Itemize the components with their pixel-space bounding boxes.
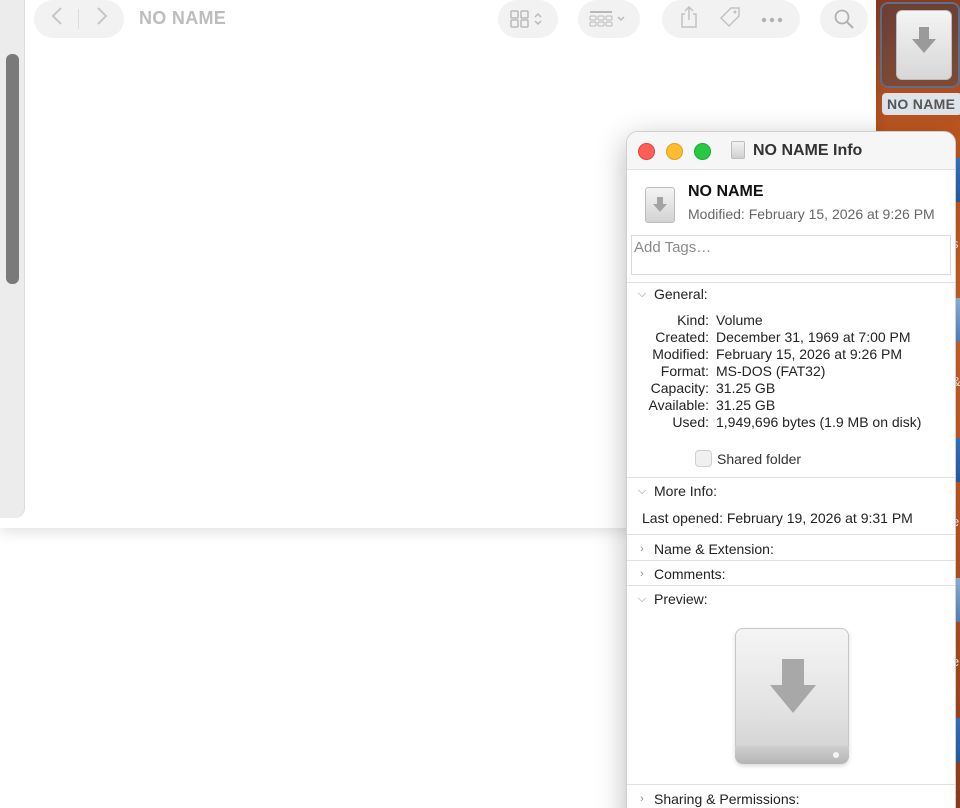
divider bbox=[78, 9, 79, 29]
toolbar-actions bbox=[662, 0, 800, 38]
row-value: December 31, 1969 at 7:00 PM bbox=[716, 329, 911, 345]
drive-base bbox=[735, 746, 849, 764]
info-titlebar[interactable]: NO NAME Info bbox=[627, 132, 955, 170]
row-value: 31.25 GB bbox=[716, 380, 776, 396]
minimize-window-button[interactable] bbox=[666, 143, 683, 160]
drive-indicator-light bbox=[833, 752, 839, 758]
finder-sidebar bbox=[0, 0, 24, 518]
last-opened-date: Last opened: February 19, 2026 at 9:31 P… bbox=[642, 510, 913, 526]
section-general-label: General: bbox=[654, 286, 708, 302]
general-row-capacity: Capacity: 31.25 GB bbox=[627, 380, 955, 397]
divider bbox=[627, 534, 955, 535]
item-name: NO NAME bbox=[688, 183, 764, 200]
divider bbox=[627, 585, 955, 586]
row-key: Capacity: bbox=[650, 380, 709, 396]
row-key: Available: bbox=[648, 397, 709, 413]
desktop-drive-icon[interactable] bbox=[880, 2, 960, 88]
search-icon bbox=[834, 9, 854, 29]
row-key: Created: bbox=[655, 329, 709, 345]
tags-field-container bbox=[631, 235, 951, 275]
share-icon bbox=[681, 5, 698, 28]
row-value: MS-DOS (FAT32) bbox=[716, 363, 826, 379]
general-row-modified: Modified: February 15, 2026 at 9:26 PM bbox=[627, 346, 955, 363]
row-value: February 15, 2026 at 9:26 PM bbox=[716, 346, 902, 362]
section-comments-toggle[interactable]: › Comments: bbox=[635, 566, 726, 582]
ellipsis-icon bbox=[761, 17, 782, 23]
chevron-right-icon: › bbox=[640, 543, 644, 555]
shared-folder-label: Shared folder bbox=[717, 451, 802, 467]
forward-button[interactable] bbox=[79, 7, 124, 31]
tag-button[interactable] bbox=[718, 6, 742, 33]
section-preview-label: Preview: bbox=[654, 591, 708, 607]
divider bbox=[627, 477, 955, 478]
group-options-button[interactable] bbox=[578, 0, 640, 38]
info-window-title: NO NAME Info bbox=[753, 142, 863, 159]
divider bbox=[627, 282, 955, 283]
window-title: NO NAME bbox=[139, 8, 227, 28]
item-modified-date: Modified: February 15, 2026 at 9:26 PM bbox=[688, 206, 935, 222]
download-arrow-icon bbox=[912, 27, 936, 53]
row-key: Modified: bbox=[652, 346, 709, 362]
chevron-right-icon: › bbox=[640, 568, 644, 580]
chevron-left-icon bbox=[51, 7, 62, 25]
section-sharing-permissions-label: Sharing & Permissions: bbox=[654, 791, 800, 807]
desktop-drive-label[interactable]: NO NAME bbox=[882, 93, 960, 115]
general-row-format: Format: MS-DOS (FAT32) bbox=[627, 363, 955, 380]
row-key: Kind: bbox=[677, 312, 709, 328]
row-value: 1,949,696 bytes (1.9 MB on disk) bbox=[716, 414, 922, 430]
share-button[interactable] bbox=[679, 5, 699, 33]
row-key: Format: bbox=[660, 363, 709, 379]
download-arrow-icon bbox=[653, 197, 667, 212]
section-name-extension-toggle[interactable]: › Name & Extension: bbox=[635, 541, 774, 557]
external-drive-icon bbox=[896, 10, 952, 80]
external-drive-icon bbox=[645, 187, 675, 223]
general-row-created: Created: December 31, 1969 at 7:00 PM bbox=[627, 329, 955, 346]
row-value: Volume bbox=[716, 312, 763, 328]
chevron-right-icon bbox=[96, 7, 107, 25]
more-actions-button[interactable] bbox=[761, 10, 783, 28]
chevron-down-icon: ⌵ bbox=[637, 484, 647, 497]
shared-folder-checkbox[interactable] bbox=[695, 450, 712, 467]
general-row-kind: Kind: Volume bbox=[627, 312, 955, 329]
section-more-info-label: More Info: bbox=[654, 483, 718, 499]
view-options-button[interactable] bbox=[498, 0, 558, 38]
chevron-down-icon: ⌵ bbox=[637, 287, 647, 300]
divider bbox=[627, 784, 955, 785]
tag-icon bbox=[719, 6, 740, 27]
back-button[interactable] bbox=[34, 7, 79, 31]
zoom-window-button[interactable] bbox=[694, 143, 711, 160]
drive-icon bbox=[731, 141, 745, 159]
divider bbox=[627, 560, 955, 561]
download-arrow-icon bbox=[770, 659, 816, 713]
general-row-used: Used: 1,949,696 bytes (1.9 MB on disk) bbox=[627, 414, 955, 431]
tags-input[interactable] bbox=[632, 236, 950, 258]
preview-drive-image bbox=[735, 628, 849, 764]
chevron-right-icon: › bbox=[640, 793, 644, 805]
row-key: Used: bbox=[672, 414, 709, 430]
navigation-control bbox=[34, 0, 124, 38]
grid-view-icon bbox=[510, 10, 542, 28]
general-row-available: Available: 31.25 GB bbox=[627, 397, 955, 414]
scrollbar-thumb[interactable] bbox=[6, 54, 19, 284]
section-more-info-toggle[interactable]: ⌵ More Info: bbox=[635, 483, 717, 499]
section-comments-label: Comments: bbox=[654, 566, 726, 582]
section-preview-toggle[interactable]: ⌵ Preview: bbox=[635, 591, 708, 607]
section-name-extension-label: Name & Extension: bbox=[654, 541, 774, 557]
chevron-down-icon: ⌵ bbox=[637, 592, 647, 605]
search-button[interactable] bbox=[820, 0, 868, 38]
section-general-toggle[interactable]: ⌵ General: bbox=[635, 286, 708, 302]
section-sharing-permissions-toggle[interactable]: › Sharing & Permissions: bbox=[635, 791, 800, 807]
get-info-window: NO NAME Info NO NAME Modified: February … bbox=[626, 131, 956, 808]
row-value: 31.25 GB bbox=[716, 397, 776, 413]
group-grid-icon bbox=[589, 11, 625, 27]
close-window-button[interactable] bbox=[638, 143, 655, 160]
